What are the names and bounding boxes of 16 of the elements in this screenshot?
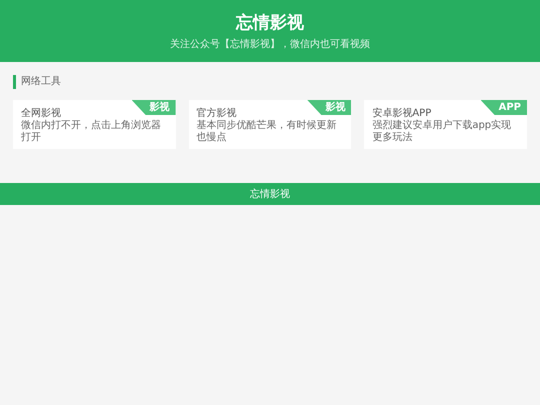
- site-title: 忘情影视: [236, 12, 304, 34]
- card-title: 官方影视: [196, 107, 238, 120]
- card-title: 安卓影视APP: [372, 107, 432, 120]
- tool-card[interactable]: 安卓影视APP 强烈建议安卓用户下载app实现更多玩法 APP: [364, 100, 527, 149]
- category-tag: 影视: [132, 100, 176, 115]
- category-tag: APP: [480, 100, 527, 115]
- card-description: 强烈建议安卓用户下载app实现更多玩法: [372, 120, 512, 144]
- card-title: 全网影视: [21, 107, 62, 120]
- section-title: 网络工具: [13, 75, 527, 89]
- footer-text: 忘情影视: [250, 188, 290, 201]
- subtitle: 关注公众号【忘情影视】，微信内也可看视频: [170, 38, 370, 51]
- card-description: 微信内打不开，点击上角浏览器打开: [21, 120, 162, 144]
- card-description: 基本同步优酷芒果，有时候更新也慢点: [196, 120, 338, 144]
- tool-card[interactable]: 全网影视 微信内打不开，点击上角浏览器打开 影视: [13, 100, 176, 149]
- tool-card[interactable]: 官方影视 基本同步优酷芒果，有时候更新也慢点 影视: [188, 100, 352, 149]
- category-tag: 影视: [307, 100, 352, 115]
